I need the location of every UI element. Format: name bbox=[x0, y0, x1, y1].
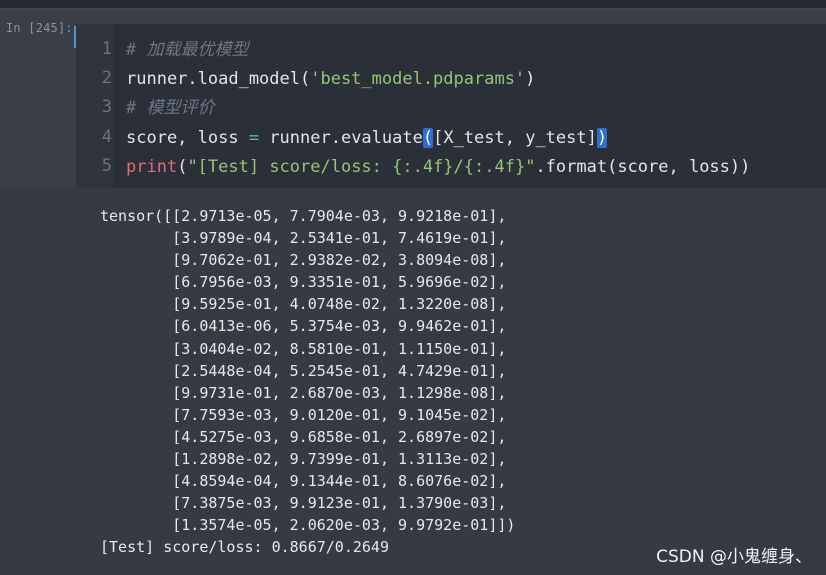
code-line-1[interactable]: # 加载最优模型 bbox=[126, 39, 248, 61]
output-line: [1.3574e-05, 2.0620e-03, 9.9792e-01]]) bbox=[100, 516, 516, 535]
code-text: ( bbox=[177, 157, 188, 177]
output-line: [9.9731e-01, 2.6870e-03, 1.1298e-08], bbox=[100, 383, 507, 402]
output-line: [6.7956e-03, 9.3351e-01, 5.9696e-02], bbox=[100, 273, 507, 292]
code-editor[interactable]: 1 2 3 4 5 # 加载最优模型 runner.load_model('be… bbox=[76, 24, 826, 197]
line-number: 2 bbox=[101, 68, 112, 88]
code-text: [X_test, y_test] bbox=[433, 128, 597, 148]
code-text: score, loss bbox=[126, 128, 249, 148]
watermark: CSDN @小鬼缠身、 bbox=[656, 547, 812, 567]
code-comment: # 模型评价 bbox=[126, 98, 215, 118]
code-operator: = bbox=[248, 128, 260, 148]
line-number: 3 bbox=[101, 97, 112, 117]
code-text: runner.evaluate bbox=[259, 128, 423, 148]
output-line: [9.5925e-01, 4.0748e-02, 1.3220e-08], bbox=[100, 295, 507, 314]
cell-output: tensor([[2.9713e-05, 7.7904e-03, 9.9218e… bbox=[0, 188, 826, 575]
code-line-4[interactable]: score, loss = runner.evaluate([X_test, y… bbox=[126, 127, 608, 149]
window-top-bar bbox=[0, 0, 826, 8]
code-text: ) bbox=[525, 69, 536, 89]
code-text: .format(score, loss)) bbox=[535, 157, 751, 177]
code-string: "[Test] score/loss: {:.4f}/{:.4f}" bbox=[187, 157, 536, 177]
line-number: 1 bbox=[101, 39, 112, 59]
output-line: tensor([[2.9713e-05, 7.7904e-03, 9.9218e… bbox=[100, 207, 507, 225]
code-keyword: print bbox=[126, 157, 178, 177]
code-text: runner.load_model( bbox=[126, 69, 311, 89]
code-string: 'best_model.pdparams' bbox=[310, 69, 526, 89]
line-number: 5 bbox=[101, 156, 112, 176]
output-line: [3.0404e-02, 8.5810e-01, 1.1150e-01], bbox=[100, 339, 507, 358]
output-line: [6.0413e-06, 5.3754e-03, 9.9462e-01], bbox=[100, 317, 507, 336]
matched-bracket-open: ( bbox=[422, 128, 434, 148]
output-line: [3.9789e-04, 2.5341e-01, 7.4619e-01], bbox=[100, 229, 507, 248]
output-line: [9.7062e-01, 2.9382e-02, 3.8094e-08], bbox=[100, 251, 507, 270]
line-number-gutter: 1 2 3 4 5 bbox=[76, 24, 114, 197]
output-line: [2.5448e-04, 5.2545e-01, 4.7429e-01], bbox=[100, 361, 507, 380]
code-line-5[interactable]: print("[Test] score/loss: {:.4f}/{:.4f}"… bbox=[126, 156, 750, 178]
output-text: tensor([[2.9713e-05, 7.7904e-03, 9.9218e… bbox=[100, 205, 515, 559]
output-line: [1.2898e-02, 9.7399e-01, 1.3113e-02], bbox=[100, 450, 507, 469]
code-line-2[interactable]: runner.load_model('best_model.pdparams') bbox=[126, 68, 535, 90]
code-line-3[interactable]: # 模型评价 bbox=[126, 97, 214, 119]
cell-prompt: In [245]: bbox=[6, 21, 73, 35]
output-line: [7.3875e-03, 9.9123e-01, 1.3790e-03], bbox=[100, 494, 507, 513]
output-line: [4.5275e-03, 9.6858e-01, 2.6897e-02], bbox=[100, 427, 507, 446]
output-line: [4.8594e-04, 9.1344e-01, 8.6076e-02], bbox=[100, 472, 507, 491]
notebook-cell[interactable]: In [245]: 1 2 3 4 5 # 加载最优模型 runner.load… bbox=[0, 10, 826, 197]
line-number: 4 bbox=[101, 127, 112, 147]
matched-bracket-close: ) bbox=[596, 128, 608, 148]
code-comment: # 加载最优模型 bbox=[126, 40, 249, 60]
output-line: [7.7593e-03, 9.0120e-01, 9.1045e-02], bbox=[100, 405, 507, 424]
output-line: [Test] score/loss: 0.8667/0.2649 bbox=[100, 538, 389, 557]
